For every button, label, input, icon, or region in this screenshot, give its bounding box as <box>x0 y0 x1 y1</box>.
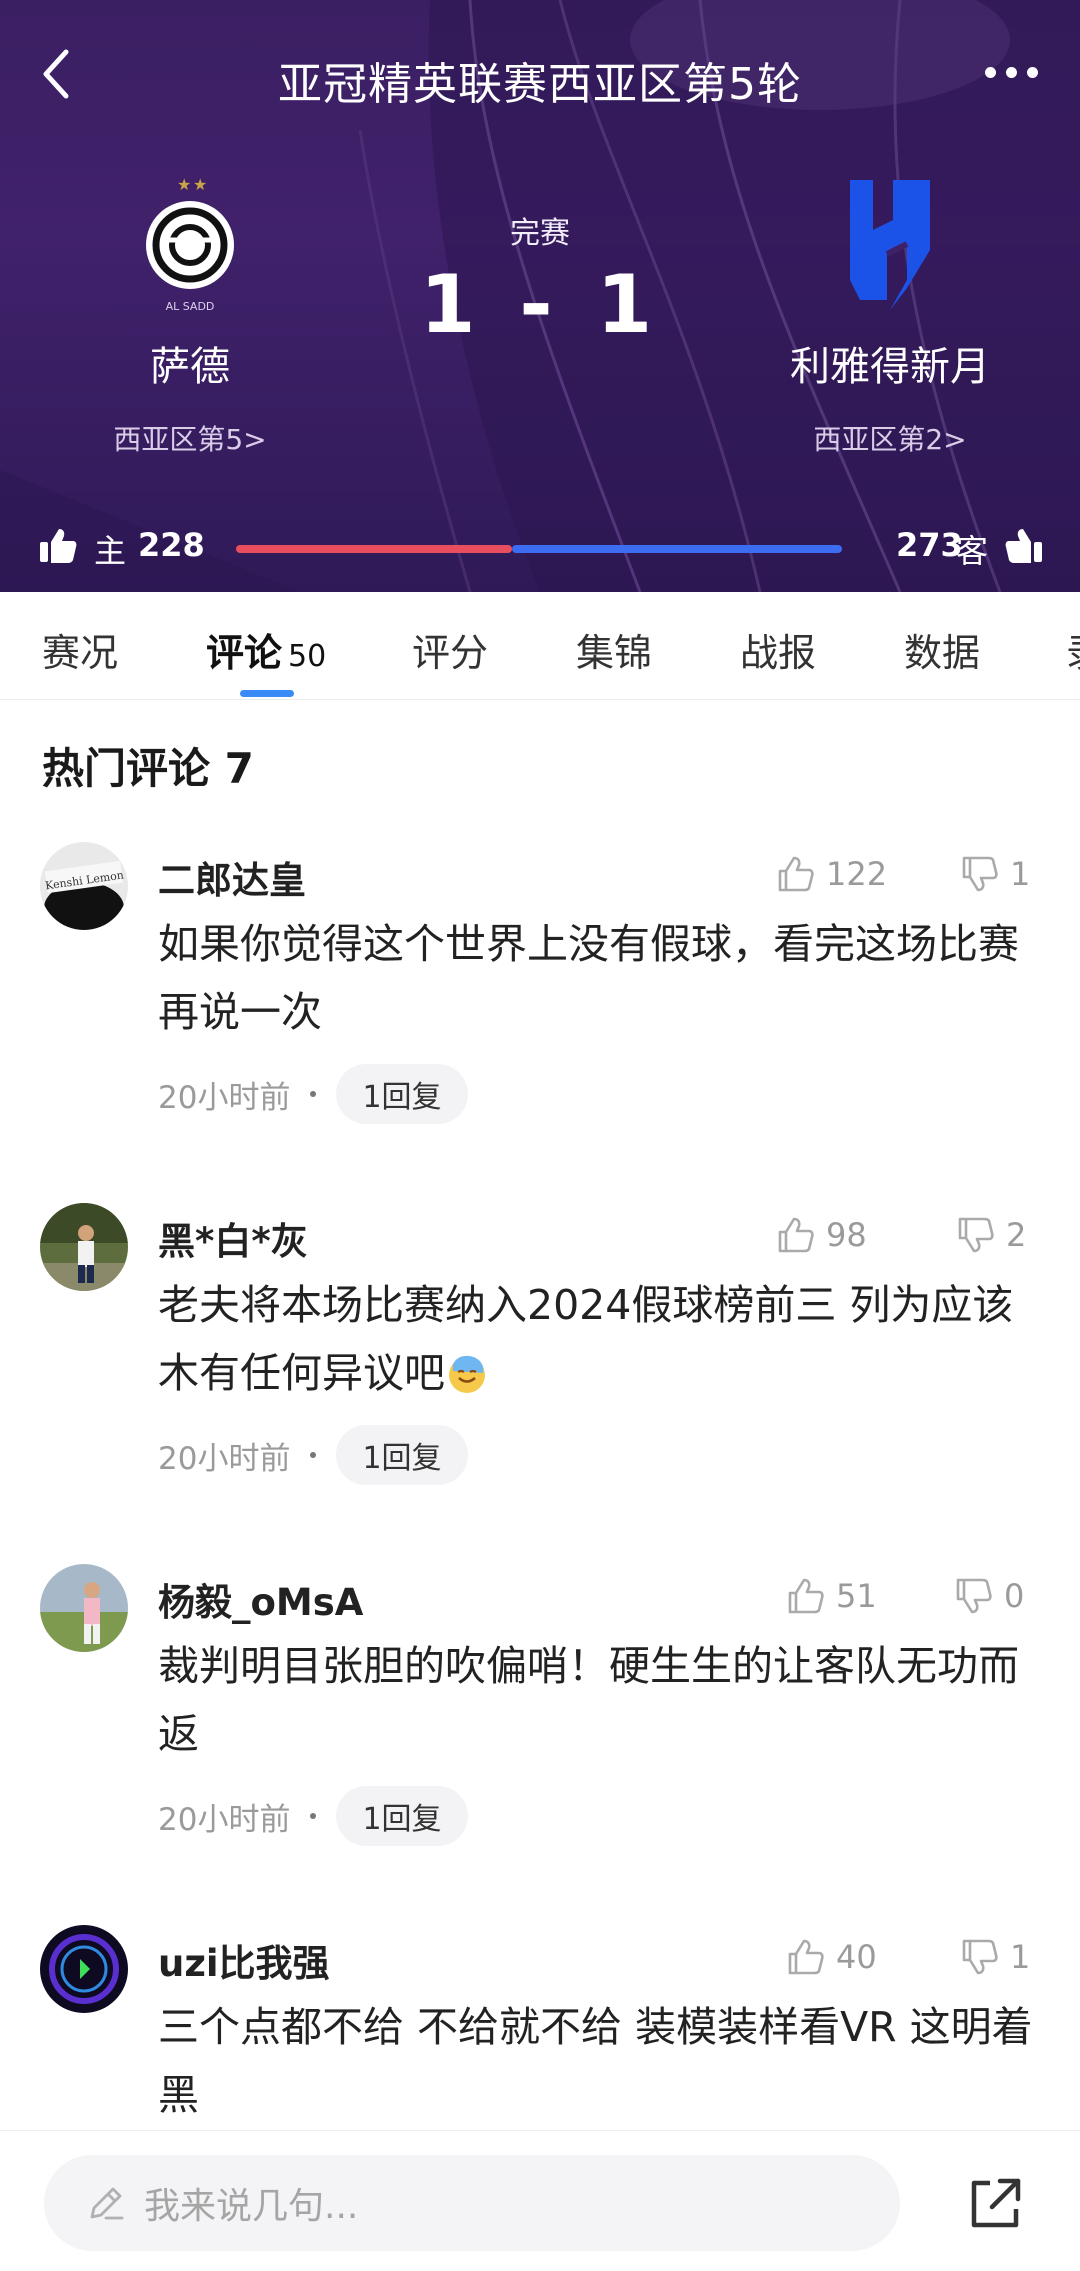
thumb-down-outline-icon <box>962 856 998 892</box>
comment-username[interactable]: 二郎达皇 <box>158 850 306 904</box>
away-team[interactable]: 利雅得新月 西亚区第2> <box>720 170 1060 458</box>
reply-count-button[interactable]: 1回复 <box>336 1064 468 1124</box>
tab-comments[interactable]: 评论 50 <box>206 622 326 677</box>
tab-bar: 赛况 评论50 评分 集锦 战报 数据 录 <box>0 592 1080 700</box>
away-vote-count: 273 <box>896 526 963 564</box>
svg-text:★: ★ <box>177 175 191 194</box>
page-title: 亚冠精英联赛西亚区第5轮 <box>278 59 802 110</box>
like-count: 98 <box>826 1216 867 1254</box>
thumb-down-outline-icon <box>962 1939 998 1975</box>
tab-live[interactable]: 赛况 <box>42 622 118 677</box>
comment-text: 裁判明目张胆的吹偏哨！硬生生的让客队无功而返 <box>158 1642 1019 1758</box>
comment-username[interactable]: 黑*白*灰 <box>158 1211 308 1265</box>
like-button[interactable]: 122 <box>776 852 887 896</box>
comment-time: 20小时前 <box>158 1801 291 1838</box>
away-support-bar <box>512 545 842 553</box>
thumb-up-outline-icon <box>788 1578 824 1614</box>
comment-text-body: 老夫将本场比赛纳入2024假球榜前三 列为应该木有任何异议吧 <box>158 1281 1014 1397</box>
comment-text: 老夫将本场比赛纳入2024假球榜前三 列为应该木有任何异议吧 <box>158 1271 1048 1407</box>
comment-meta: 20小时前 1回复 <box>158 1786 468 1846</box>
user-avatar-image <box>40 1203 128 1291</box>
comment-username[interactable]: 杨毅_oMsA <box>158 1572 363 1626</box>
avatar[interactable] <box>40 1925 128 2013</box>
hot-comments-title: 热门评论 7 <box>42 744 254 793</box>
comment-time: 20小时前 <box>158 1440 291 1477</box>
sweat-smile-emoji-icon <box>449 1355 485 1393</box>
like-button[interactable]: 51 <box>786 1574 877 1618</box>
support-vote-bar: 主 228 273 客 <box>0 520 1080 576</box>
user-avatar-image <box>40 1925 128 2013</box>
dislike-count: 0 <box>1004 1577 1025 1615</box>
al-hilal-logo <box>850 180 930 310</box>
separator-dot <box>310 1813 317 1819</box>
home-support-bar <box>236 545 512 553</box>
dislike-button[interactable]: 2 <box>956 1213 1026 1257</box>
separator-dot <box>310 1452 317 1458</box>
comment-meta: 20小时前 1回复 <box>158 1425 468 1485</box>
thumb-down-outline-icon <box>958 1217 994 1253</box>
thumb-up-home-icon[interactable] <box>38 526 78 566</box>
tab-stats[interactable]: 数据 <box>904 622 980 677</box>
home-vote-label: 主 <box>94 532 127 570</box>
avatar[interactable] <box>40 1564 128 1652</box>
comment-input-placeholder: 我来说几句... <box>144 2186 359 2227</box>
like-count: 122 <box>826 855 888 893</box>
share-icon[interactable] <box>966 2175 1024 2233</box>
like-count: 51 <box>836 1577 877 1615</box>
tab-highlights[interactable]: 集锦 <box>576 622 652 677</box>
active-tab-indicator <box>240 690 294 697</box>
comment-input-bar: 我来说几句... <box>0 2130 1080 2271</box>
comment-text: 如果你觉得这个世界上没有假球，看完这场比赛再说一次 <box>158 920 1019 1036</box>
thumb-up-outline-icon <box>788 1939 824 1975</box>
tab-ratings[interactable]: 评分 <box>412 622 488 677</box>
like-button[interactable]: 40 <box>786 1935 877 1979</box>
comment-item: uzi比我强 40 1 三个点都不给 不给就不给 装模装样看VR 这明着黑 <box>0 1925 1080 2130</box>
comment-input[interactable]: 我来说几句... <box>44 2155 900 2251</box>
pencil-icon <box>90 2187 124 2220</box>
user-avatar-image: Kenshi Lemon <box>40 842 128 930</box>
away-vote-label: 客 <box>956 532 989 570</box>
thumb-up-outline-icon <box>778 856 814 892</box>
comment-text: 三个点都不给 不给就不给 装模装样看VR 这明着黑 <box>158 2003 1033 2119</box>
reply-count-button[interactable]: 1回复 <box>336 1425 468 1485</box>
avatar[interactable]: Kenshi Lemon <box>40 842 128 930</box>
dislike-count: 1 <box>1010 1938 1031 1976</box>
comment-item: 杨毅_oMsA 51 0 裁判明目张胆的吹偏哨！硬生生的让客队无功而返 20小时… <box>0 1564 1080 1864</box>
dislike-count: 1 <box>1010 855 1031 893</box>
comment-time: 20小时前 <box>158 1079 291 1116</box>
tab-more[interactable]: 录 <box>1066 622 1080 677</box>
match-header: 亚冠精英联赛西亚区第5轮 ★ ★ AL SADD 萨德 西亚区第5> 完赛 1 … <box>0 0 1080 592</box>
dislike-button[interactable]: 0 <box>954 1574 1024 1618</box>
more-dots-icon <box>985 67 996 78</box>
comment-meta: 20小时前 1回复 <box>158 1064 468 1124</box>
like-count: 40 <box>836 1938 877 1976</box>
like-button[interactable]: 98 <box>776 1213 867 1257</box>
comment-item: 黑*白*灰 98 2 老夫将本场比赛纳入2024假球榜前三 列为应该木有任何异议… <box>0 1203 1080 1503</box>
comment-username[interactable]: uzi比我强 <box>158 1933 330 1987</box>
tab-report[interactable]: 战报 <box>740 622 816 677</box>
thumb-down-outline-icon <box>956 1578 992 1614</box>
home-team-rank-link[interactable]: 西亚区第5> <box>20 418 360 458</box>
away-team-rank-link[interactable]: 西亚区第2> <box>720 418 1060 458</box>
separator-dot <box>310 1091 317 1097</box>
tab-comments-label: 评论 <box>206 631 283 675</box>
reply-count-button[interactable]: 1回复 <box>336 1786 468 1846</box>
home-vote-count: 228 <box>138 526 205 564</box>
avatar[interactable] <box>40 1203 128 1291</box>
dislike-button[interactable]: 1 <box>960 1935 1030 1979</box>
away-team-name: 利雅得新月 <box>790 344 990 390</box>
svg-text:★: ★ <box>193 175 207 194</box>
tab-comments-count: 50 <box>288 639 327 674</box>
dislike-button[interactable]: 1 <box>960 852 1030 896</box>
comment-item: Kenshi Lemon 二郎达皇 122 1 如果你觉得这个世界上没有假球，看… <box>0 842 1080 1142</box>
user-avatar-image <box>40 1564 128 1652</box>
thumb-up-away-icon[interactable] <box>1004 526 1044 566</box>
thumb-up-outline-icon <box>778 1217 814 1253</box>
dislike-count: 2 <box>1006 1216 1027 1254</box>
more-options-button[interactable] <box>980 58 1050 88</box>
